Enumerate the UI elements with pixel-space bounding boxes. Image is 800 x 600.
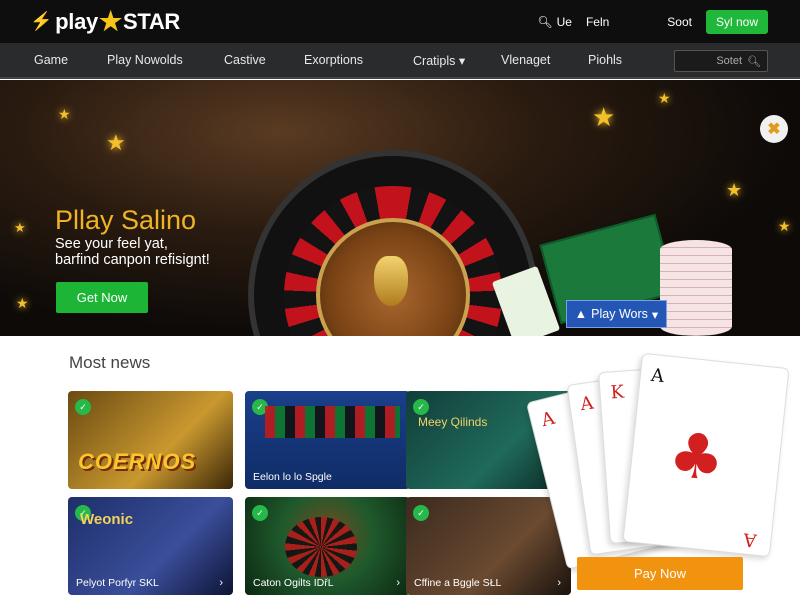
top-bar: ⚡ play ★ STAR 🔍︎ Ue Feln Soot Syl now xyxy=(0,0,800,43)
game-tile[interactable]: ✓ Weonic Pelyot Porfyr SKL › xyxy=(68,497,233,595)
nav-item-piohls[interactable]: Piohls xyxy=(588,53,622,67)
game-tile[interactable]: ✓ Cffine a Bggle SŁL › xyxy=(406,497,571,595)
sparkle-icon: ★ xyxy=(778,218,791,234)
game-tile[interactable]: ✓ COERNOS xyxy=(68,391,233,489)
game-tile[interactable]: ✓ Caton Ogilts IDřL › xyxy=(245,497,410,595)
nav-item-play-nowolds[interactable]: Play Nowolds xyxy=(107,53,224,67)
playing-card-ace: A ♣ A xyxy=(622,352,790,558)
brand-right: STAR xyxy=(122,8,181,34)
nav-item-castive[interactable]: Castive xyxy=(224,53,304,67)
chevron-down-icon: ▾ xyxy=(651,307,659,322)
nav-item-game[interactable]: Game xyxy=(34,53,107,67)
nav-item-vlenaget[interactable]: Vlenaget xyxy=(501,53,588,67)
play-wors-dropdown[interactable]: ▲ Play Wors ▾ xyxy=(566,300,667,328)
tile-caption: Pelyot Porfyr SKL xyxy=(76,577,159,589)
sparkle-icon: ★ xyxy=(106,130,126,155)
brand-left: play xyxy=(55,8,98,34)
sparkle-icon: ★ xyxy=(16,295,29,311)
nav-search-input[interactable]: Sotet 🔍︎ xyxy=(674,50,768,72)
get-now-button[interactable]: Get Now xyxy=(56,282,148,313)
sparkle-icon: ★ xyxy=(658,90,671,106)
pay-now-button[interactable]: Pay Now xyxy=(577,557,743,590)
shield-icon: ▲ xyxy=(574,307,588,321)
login-link[interactable]: Feln xyxy=(586,15,609,29)
section-title: Most news xyxy=(69,353,151,372)
search-link[interactable]: 🔍︎ Ue xyxy=(537,15,572,29)
tile-caption: Caton Ogilts IDřL xyxy=(253,577,334,589)
hero-banner: ★ ★ ★ ★ ★ ★ ★ ★ Pllay Salino See your fe… xyxy=(0,80,800,336)
site-logo[interactable]: ⚡ play ★ STAR xyxy=(30,6,180,37)
top-right-actions: 🔍︎ Ue Feln Soot Syl now xyxy=(537,9,768,34)
sparkle-icon: ★ xyxy=(592,102,616,132)
tile-title: Weonic xyxy=(80,511,134,528)
signup-button[interactable]: Syl now xyxy=(705,9,768,34)
flame-icon: ⚡ xyxy=(30,11,53,31)
tile-caption: Eelon lo lo Spgle xyxy=(253,471,332,483)
roulette-mini xyxy=(285,517,357,577)
chevron-down-icon: ▾ xyxy=(458,53,466,68)
nav-item-cratipls[interactable]: Cratipls ▾ xyxy=(413,53,501,68)
chevron-right-icon: › xyxy=(557,577,561,589)
sparkle-icon: ★ xyxy=(14,220,26,235)
badge-icon: ✓ xyxy=(413,505,429,521)
search-icon: 🔍︎ xyxy=(747,55,761,68)
roulette-grid xyxy=(265,406,400,438)
chevron-right-icon: › xyxy=(219,577,223,589)
chip-stack xyxy=(660,240,732,336)
badge-icon: ✓ xyxy=(252,505,268,521)
sparkle-icon: ★ xyxy=(726,180,743,200)
badge-icon: ✓ xyxy=(75,399,91,415)
close-icon[interactable]: ✖ xyxy=(760,115,788,143)
hero-subtitle: See your feel yat, barfind canpon refisi… xyxy=(55,236,210,268)
tile-title: Meey Qilinds xyxy=(418,415,488,429)
search-icon: 🔍︎ xyxy=(537,14,553,29)
heart-suit-icon: ♣ xyxy=(665,417,729,496)
sparkle-icon: ★ xyxy=(58,106,71,122)
star-icon: ★ xyxy=(98,6,122,36)
card-corner: A xyxy=(742,528,758,551)
nav-item-exorptions[interactable]: Exorptions xyxy=(304,53,413,67)
roulette-wheel xyxy=(248,150,538,336)
chevron-right-icon: › xyxy=(396,577,400,589)
tile-title: COERNOS xyxy=(78,449,197,474)
main-nav: Game Play Nowolds Castive Exorptions Cra… xyxy=(0,43,800,79)
tile-caption: Cffine a Bggle SŁL xyxy=(414,577,502,589)
hero-title: Pllay Salino xyxy=(55,205,197,235)
game-tile[interactable]: ✓ Eelon lo lo Spgle xyxy=(245,391,410,489)
sort-link[interactable]: Soot xyxy=(667,15,692,29)
badge-icon: ✓ xyxy=(413,399,429,415)
